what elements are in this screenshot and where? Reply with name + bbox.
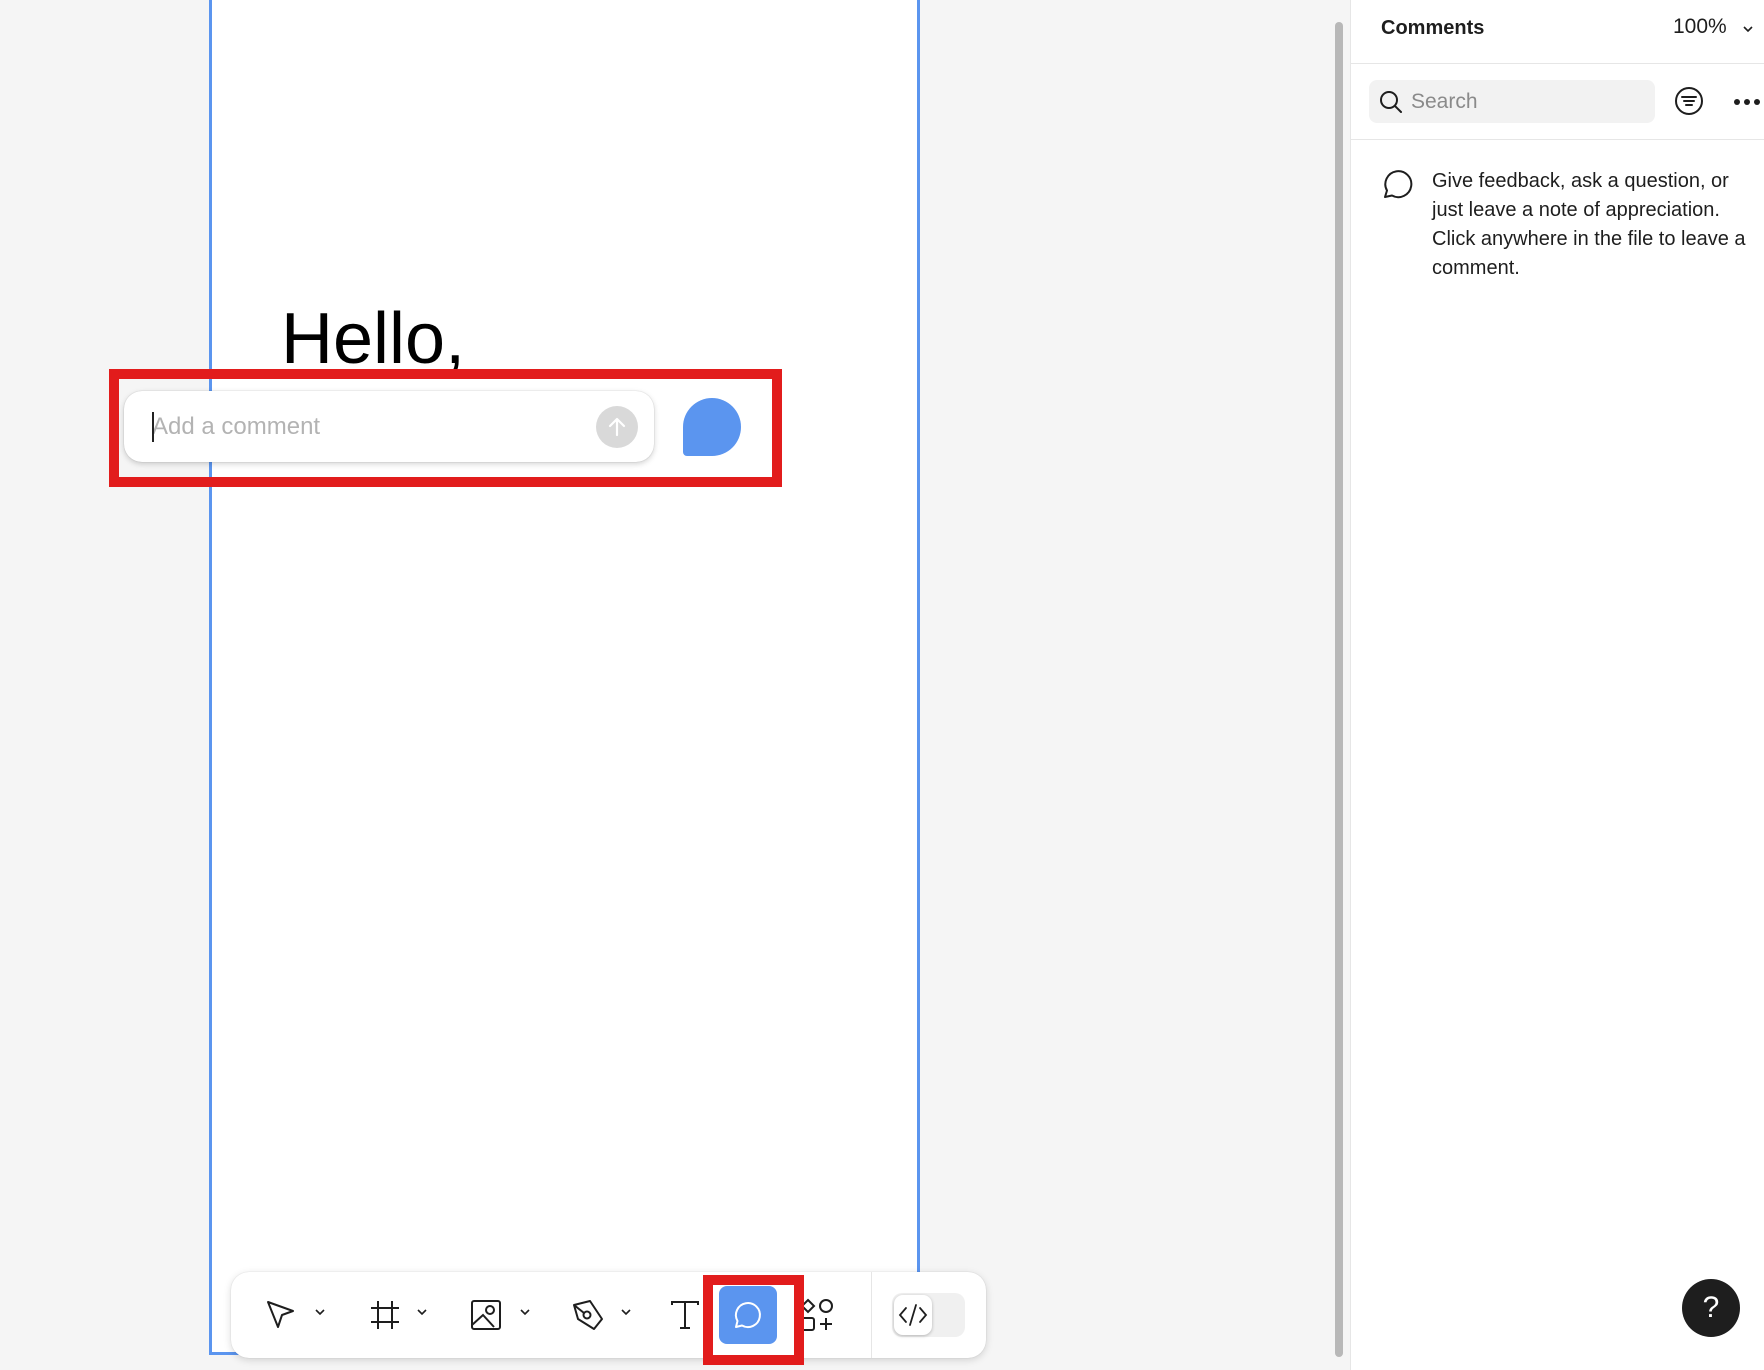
code-brackets-icon: [898, 1304, 928, 1326]
search-icon: [1380, 91, 1402, 113]
frame-hash-icon: [371, 1301, 399, 1329]
zoom-level[interactable]: 100%: [1673, 15, 1727, 39]
panel-title: Comments: [1381, 17, 1485, 39]
search-input[interactable]: [1411, 88, 1641, 116]
image-tool-button[interactable]: [460, 1289, 512, 1341]
toolbar-divider: [871, 1272, 872, 1358]
canvas-scrollbar[interactable]: [1335, 22, 1343, 1357]
more-options-icon[interactable]: [1733, 98, 1761, 106]
help-button[interactable]: ?: [1682, 1279, 1740, 1337]
chevron-down-icon[interactable]: [518, 1305, 532, 1319]
empty-state-text: Give feedback, ask a question, or just l…: [1432, 170, 1746, 279]
cursor-arrow-icon: [267, 1301, 294, 1328]
image-icon: [471, 1300, 501, 1330]
highlight-box-composer: [109, 369, 782, 487]
frame-tool-button[interactable]: [359, 1289, 411, 1341]
dev-mode-knob: [894, 1295, 932, 1335]
chevron-down-icon[interactable]: [313, 1305, 327, 1319]
search-box: [1369, 80, 1655, 123]
chevron-down-icon[interactable]: [1741, 22, 1755, 36]
chevron-down-icon[interactable]: [415, 1305, 429, 1319]
bottom-toolbar: [231, 1272, 986, 1358]
pen-nib-icon: [573, 1300, 603, 1330]
comments-panel: Comments 100% Give feedback, ask a quest…: [1350, 0, 1764, 1370]
shapes-plus-icon: [800, 1298, 833, 1331]
search-row: [1351, 64, 1764, 140]
canvas-frame[interactable]: [209, 0, 920, 1355]
comment-bubble-icon: [1384, 170, 1413, 199]
filter-icon[interactable]: [1674, 86, 1704, 116]
highlight-box-comment-tool: [703, 1275, 804, 1365]
chevron-down-icon[interactable]: [619, 1305, 633, 1319]
panel-header: Comments 100%: [1351, 0, 1764, 64]
dev-mode-toggle[interactable]: [892, 1293, 965, 1337]
text-t-icon: [671, 1301, 699, 1329]
move-tool-button[interactable]: [255, 1289, 307, 1341]
pen-tool-button[interactable]: [562, 1289, 614, 1341]
